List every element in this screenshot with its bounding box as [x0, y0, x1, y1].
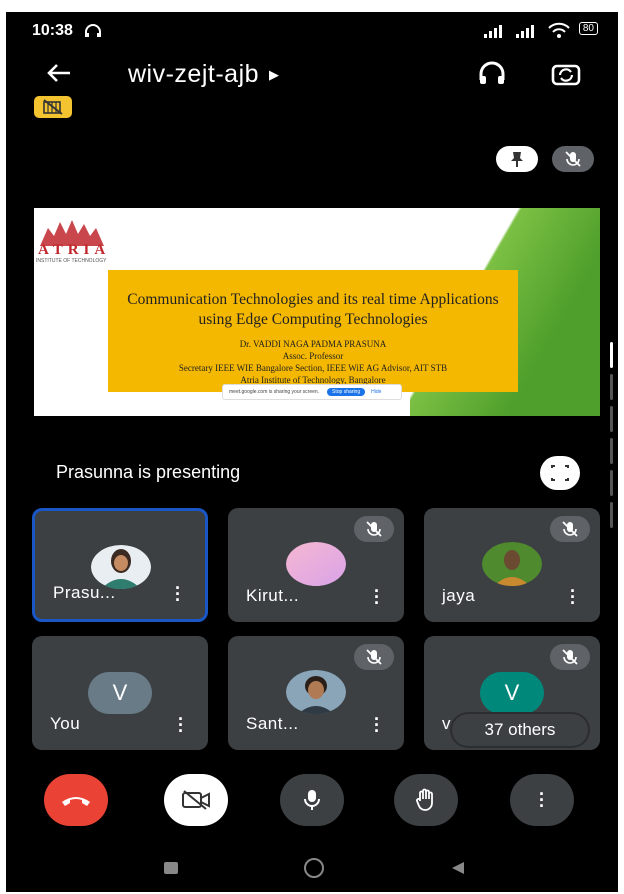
- participant-avatar: [286, 542, 346, 586]
- slide-title: Communication Technologies and its real …: [127, 291, 499, 328]
- participant-name: Sant...: [246, 714, 299, 733]
- headset-status-icon: [85, 24, 101, 37]
- back-nav-icon[interactable]: [450, 860, 466, 876]
- mic-off-icon: [366, 521, 382, 537]
- slide-presenter: Dr. VADDI NAGA PADMA PRASUNA: [239, 339, 387, 349]
- camera-toggle-button[interactable]: [164, 774, 228, 826]
- mic-off-icon: [366, 649, 382, 665]
- logo-text: ATRIA: [38, 242, 111, 258]
- wifi-icon: [548, 22, 570, 38]
- participant-tile-prasunna[interactable]: Prasu... · · ·: [32, 508, 208, 622]
- share-notice-text: meet.google.com is sharing your screen.: [229, 389, 320, 395]
- camera-off-grid-icon: [43, 99, 63, 115]
- presenting-label: Prasunna is presenting: [56, 462, 241, 482]
- scroll-indicator: [610, 342, 614, 542]
- signal-1-icon: [484, 25, 502, 38]
- microphone-button[interactable]: [280, 774, 344, 826]
- participant-name: You: [50, 714, 81, 733]
- mute-indicator: [354, 516, 394, 542]
- meeting-code[interactable]: wiv-zejt-ajb ▶: [128, 60, 280, 89]
- vertical-dots-icon: · · ·: [539, 784, 545, 816]
- participant-avatar: [482, 542, 542, 586]
- presenter-mute-indicator: [552, 146, 594, 172]
- more-options-icon[interactable]: · · ·: [178, 710, 184, 740]
- meeting-top-bar: wiv-zejt-ajb ▶: [6, 48, 618, 100]
- home-nav-icon[interactable]: [304, 858, 324, 878]
- more-options-button[interactable]: · · ·: [510, 774, 574, 826]
- battery-icon: 80: [578, 22, 598, 35]
- presentation-stage[interactable]: ATRIA INSTITUTE OF TECHNOLOGY Communicat…: [34, 128, 600, 496]
- letter-avatar: V: [88, 672, 152, 714]
- more-options-icon[interactable]: · · ·: [570, 582, 576, 612]
- participant-tile-sant[interactable]: Sant... · · ·: [228, 636, 404, 750]
- more-options-icon[interactable]: · · ·: [374, 582, 380, 612]
- stop-sharing-button: Stop sharing: [327, 388, 366, 396]
- slide-role: Secretary IEEE WIE Bangalore Section, IE…: [178, 363, 448, 373]
- screen-share-notice: meet.google.com is sharing your screen. …: [222, 384, 402, 400]
- raise-hand-icon: [416, 788, 433, 811]
- others-count-chip[interactable]: 37 others: [452, 714, 588, 746]
- more-options-icon[interactable]: · · ·: [374, 710, 380, 740]
- raise-hand-button[interactable]: [394, 774, 458, 826]
- mic-off-icon: [562, 521, 578, 537]
- back-arrow-icon[interactable]: [46, 62, 72, 84]
- slide-title-box: Communication Technologies and its real …: [108, 270, 518, 392]
- end-call-button[interactable]: [44, 774, 108, 826]
- status-right: 80: [484, 22, 598, 41]
- participant-avatar: [286, 670, 346, 714]
- switch-camera-icon[interactable]: [550, 58, 582, 90]
- mic-off-icon: [562, 649, 578, 665]
- signal-2-icon: [515, 25, 534, 38]
- fullscreen-button[interactable]: [540, 456, 580, 490]
- meeting-code-text: wiv-zejt-ajb: [128, 60, 260, 88]
- hide-link: Hide: [371, 389, 382, 395]
- fullscreen-icon: [551, 465, 569, 481]
- participant-tile-jaya[interactable]: jaya · · ·: [424, 508, 600, 622]
- camera-off-icon: [182, 790, 210, 810]
- logo-subtext: INSTITUTE OF TECHNOLOGY: [36, 258, 107, 264]
- microphone-icon: [304, 790, 320, 810]
- pin-button[interactable]: [496, 146, 538, 172]
- headphones-icon[interactable]: [476, 58, 508, 90]
- status-bar: 10:38 80: [6, 12, 618, 48]
- participant-tile-you[interactable]: V You · · ·: [32, 636, 208, 750]
- participant-name: jaya: [442, 586, 476, 605]
- status-time: 10:38: [32, 22, 73, 39]
- shared-slide: ATRIA INSTITUTE OF TECHNOLOGY Communicat…: [34, 208, 600, 416]
- caret-right-icon: ▶: [269, 67, 280, 83]
- more-options-icon[interactable]: · · ·: [175, 579, 181, 609]
- mute-indicator: [550, 644, 590, 670]
- pin-icon: [511, 152, 523, 167]
- recents-nav-icon[interactable]: [164, 862, 178, 874]
- hang-up-icon: [62, 797, 90, 806]
- participant-name: Prasu...: [53, 583, 116, 602]
- phone-screen: 10:38 80 wiv-zejt-ajb ▶ ATRIA INSTITUTE …: [6, 12, 618, 892]
- participant-name: Kirut...: [246, 586, 300, 605]
- letter-avatar: V: [480, 672, 544, 714]
- android-nav-bar: [6, 844, 618, 892]
- participant-tile-kirut[interactable]: Kirut... · · ·: [228, 508, 404, 622]
- mute-indicator: [354, 644, 394, 670]
- mic-off-icon: [565, 151, 581, 167]
- recording-off-badge[interactable]: [34, 96, 72, 118]
- slide-designation: Assoc. Professor: [282, 351, 344, 361]
- mute-indicator: [550, 516, 590, 542]
